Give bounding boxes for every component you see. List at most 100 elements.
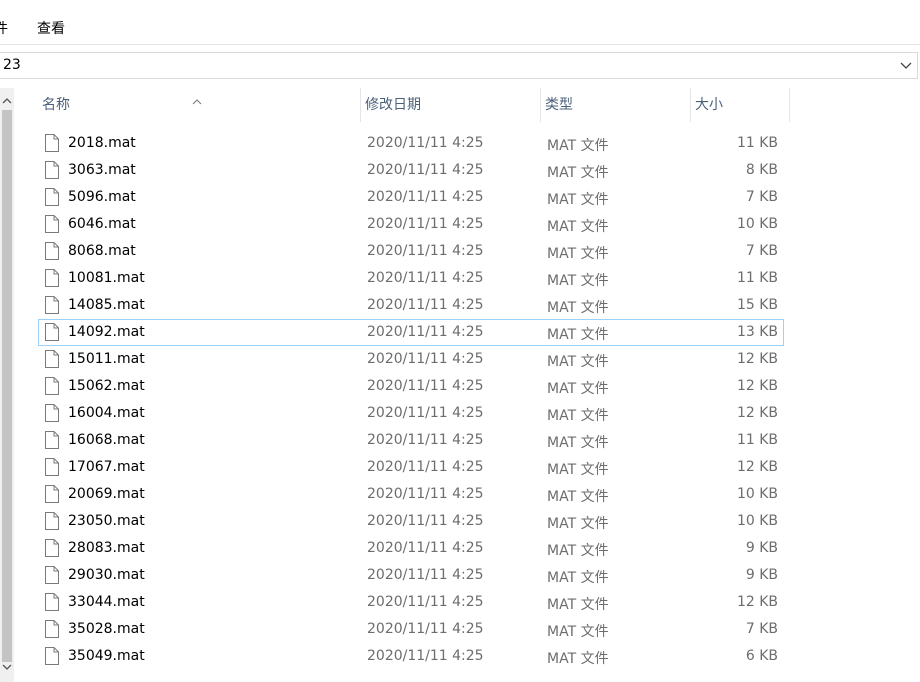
file-row[interactable]: 14092.mat 2020/11/11 4:25 MAT 文件 13 KB xyxy=(38,319,784,346)
file-icon xyxy=(45,404,59,422)
file-name: 6046.mat xyxy=(68,216,136,232)
file-row[interactable]: 17067.mat 2020/11/11 4:25 MAT 文件 12 KB xyxy=(38,454,784,481)
file-type: MAT 文件 xyxy=(547,624,609,640)
file-name: 8068.mat xyxy=(68,243,136,259)
file-size: 9 KB xyxy=(745,567,778,583)
file-type: MAT 文件 xyxy=(547,273,609,289)
column-header-name[interactable]: 名称 xyxy=(38,88,360,122)
file-name: 35028.mat xyxy=(68,621,145,637)
file-name: 15011.mat xyxy=(68,351,145,367)
file-type: MAT 文件 xyxy=(547,381,609,397)
file-name: 17067.mat xyxy=(68,459,145,475)
file-modified-date: 2020/11/11 4:25 xyxy=(367,459,484,475)
menu-item-view[interactable]: 查看 xyxy=(37,18,65,38)
column-header-size-label: 大小 xyxy=(695,97,723,113)
file-size: 11 KB xyxy=(736,432,778,448)
file-icon xyxy=(45,620,59,638)
file-icon xyxy=(45,269,59,287)
file-type: MAT 文件 xyxy=(547,354,609,370)
file-size: 10 KB xyxy=(736,513,778,529)
file-modified-date: 2020/11/11 4:25 xyxy=(367,189,484,205)
file-icon xyxy=(45,215,59,233)
file-type: MAT 文件 xyxy=(547,543,609,559)
file-size: 11 KB xyxy=(736,135,778,151)
column-header-row: 名称 修改日期 类型 大小 xyxy=(38,88,798,122)
address-path[interactable]: 23 xyxy=(3,57,21,73)
file-row[interactable]: 20069.mat 2020/11/11 4:25 MAT 文件 10 KB xyxy=(38,481,784,508)
file-modified-date: 2020/11/11 4:25 xyxy=(367,405,484,421)
file-name: 10081.mat xyxy=(68,270,145,286)
file-row[interactable]: 29030.mat 2020/11/11 4:25 MAT 文件 9 KB xyxy=(38,562,784,589)
column-header-date[interactable]: 修改日期 xyxy=(360,88,540,122)
file-row[interactable]: 35049.mat 2020/11/11 4:25 MAT 文件 6 KB xyxy=(38,643,784,670)
file-modified-date: 2020/11/11 4:25 xyxy=(367,135,484,151)
file-type: MAT 文件 xyxy=(547,327,609,343)
column-header-type[interactable]: 类型 xyxy=(540,88,690,122)
file-size: 8 KB xyxy=(745,162,778,178)
file-name: 5096.mat xyxy=(68,189,136,205)
file-row[interactable]: 2018.mat 2020/11/11 4:25 MAT 文件 11 KB xyxy=(38,130,784,157)
file-size: 7 KB xyxy=(745,621,778,637)
file-type: MAT 文件 xyxy=(547,570,609,586)
file-size: 12 KB xyxy=(736,405,778,421)
file-size: 12 KB xyxy=(736,351,778,367)
file-row[interactable]: 8068.mat 2020/11/11 4:25 MAT 文件 7 KB xyxy=(38,238,784,265)
file-row[interactable]: 33044.mat 2020/11/11 4:25 MAT 文件 12 KB xyxy=(38,589,784,616)
column-header-name-label: 名称 xyxy=(42,97,70,113)
chevron-down-icon[interactable] xyxy=(895,53,917,78)
file-size: 6 KB xyxy=(745,648,778,664)
file-row[interactable]: 15062.mat 2020/11/11 4:25 MAT 文件 12 KB xyxy=(38,373,784,400)
file-type: MAT 文件 xyxy=(547,408,609,424)
file-modified-date: 2020/11/11 4:25 xyxy=(367,297,484,313)
file-modified-date: 2020/11/11 4:25 xyxy=(367,351,484,367)
file-size: 11 KB xyxy=(736,270,778,286)
file-row[interactable]: 15011.mat 2020/11/11 4:25 MAT 文件 12 KB xyxy=(38,346,784,373)
file-row[interactable]: 28083.mat 2020/11/11 4:25 MAT 文件 9 KB xyxy=(38,535,784,562)
file-modified-date: 2020/11/11 4:25 xyxy=(367,432,484,448)
file-size: 12 KB xyxy=(736,459,778,475)
file-name: 29030.mat xyxy=(68,567,145,583)
file-row[interactable]: 14085.mat 2020/11/11 4:25 MAT 文件 15 KB xyxy=(38,292,784,319)
file-modified-date: 2020/11/11 4:25 xyxy=(367,324,484,340)
file-icon xyxy=(45,377,59,395)
file-row[interactable]: 5096.mat 2020/11/11 4:25 MAT 文件 7 KB xyxy=(38,184,784,211)
file-icon xyxy=(45,566,59,584)
file-row[interactable]: 16004.mat 2020/11/11 4:25 MAT 文件 12 KB xyxy=(38,400,784,427)
file-row[interactable]: 3063.mat 2020/11/11 4:25 MAT 文件 8 KB xyxy=(38,157,784,184)
file-name: 14092.mat xyxy=(68,324,145,340)
file-size: 10 KB xyxy=(736,216,778,232)
file-icon xyxy=(45,188,59,206)
file-modified-date: 2020/11/11 4:25 xyxy=(367,648,484,664)
menu-item-file[interactable]: 件 xyxy=(0,18,8,38)
file-type: MAT 文件 xyxy=(547,192,609,208)
file-size: 13 KB xyxy=(736,324,778,340)
file-icon xyxy=(45,134,59,152)
file-icon xyxy=(45,458,59,476)
file-row[interactable]: 16068.mat 2020/11/11 4:25 MAT 文件 11 KB xyxy=(38,427,784,454)
file-name: 16068.mat xyxy=(68,432,145,448)
file-name: 16004.mat xyxy=(68,405,145,421)
file-row[interactable]: 6046.mat 2020/11/11 4:25 MAT 文件 10 KB xyxy=(38,211,784,238)
file-modified-date: 2020/11/11 4:25 xyxy=(367,540,484,556)
file-icon xyxy=(45,350,59,368)
navigation-pane-scrollbar[interactable] xyxy=(0,88,14,682)
file-icon xyxy=(45,539,59,557)
file-name: 23050.mat xyxy=(68,513,145,529)
file-row[interactable]: 23050.mat 2020/11/11 4:25 MAT 文件 10 KB xyxy=(38,508,784,535)
file-modified-date: 2020/11/11 4:25 xyxy=(367,270,484,286)
file-modified-date: 2020/11/11 4:25 xyxy=(367,486,484,502)
column-header-type-label: 类型 xyxy=(545,97,573,113)
scrollbar-thumb[interactable] xyxy=(2,110,12,662)
file-name: 33044.mat xyxy=(68,594,145,610)
file-icon xyxy=(45,161,59,179)
file-type: MAT 文件 xyxy=(547,138,609,154)
file-type: MAT 文件 xyxy=(547,597,609,613)
scroll-up-icon[interactable] xyxy=(1,92,13,104)
file-row[interactable]: 10081.mat 2020/11/11 4:25 MAT 文件 11 KB xyxy=(38,265,784,292)
file-type: MAT 文件 xyxy=(547,165,609,181)
file-name: 35049.mat xyxy=(68,648,145,664)
file-row[interactable]: 35028.mat 2020/11/11 4:25 MAT 文件 7 KB xyxy=(38,616,784,643)
address-bar[interactable]: 23 xyxy=(0,52,918,79)
column-header-size[interactable]: 大小 xyxy=(690,88,790,122)
scroll-down-icon[interactable] xyxy=(1,658,13,670)
